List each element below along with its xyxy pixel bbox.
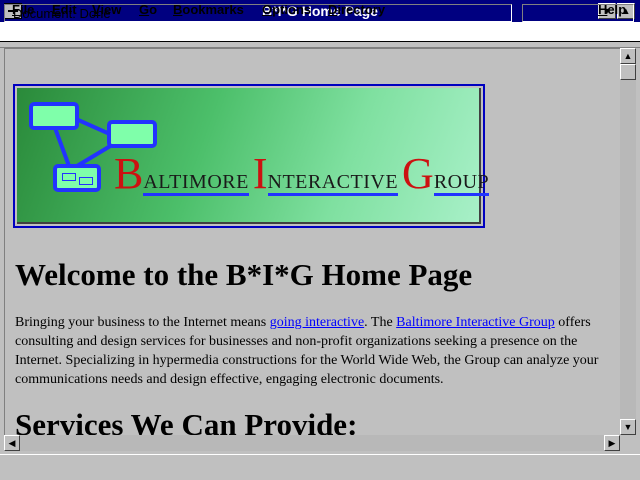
progress-indicator <box>522 4 634 22</box>
banner-image: BALTIMORE INTERACTIVE GROUP <box>17 88 490 224</box>
vertical-scrollbar[interactable]: ▲ ▼ <box>620 48 636 435</box>
diagram-node <box>107 120 157 148</box>
document-view: BALTIMORE INTERACTIVE GROUP Welcome to t… <box>4 48 620 435</box>
big-link[interactable]: Baltimore Interactive Group <box>396 315 555 330</box>
logo-wordmark: BALTIMORE INTERACTIVE GROUP <box>114 149 490 198</box>
menu-bar <box>0 22 640 42</box>
vertical-scroll-thumb[interactable] <box>620 64 636 80</box>
horizontal-scrollbar[interactable]: ◀ ▶ <box>4 435 620 451</box>
page-heading: Welcome to the B*I*G Home Page <box>15 257 473 292</box>
big-logo-banner: BALTIMORE INTERACTIVE GROUP <box>13 84 490 228</box>
diagram-node <box>29 102 79 130</box>
status-text: Document: Done <box>4 4 512 22</box>
scroll-right-icon[interactable]: ▶ <box>604 435 620 451</box>
scroll-left-icon[interactable]: ◀ <box>4 435 20 451</box>
scroll-up-icon[interactable]: ▲ <box>620 48 636 64</box>
status-bar <box>0 454 640 480</box>
scroll-corner <box>620 435 636 451</box>
diagram-node <box>53 164 101 192</box>
going-interactive-link[interactable]: going interactive <box>270 315 364 330</box>
services-heading: Services We Can Provide: <box>15 407 358 435</box>
intro-paragraph: Bringing your business to the Internet m… <box>15 315 599 387</box>
scroll-down-icon[interactable]: ▼ <box>620 419 636 435</box>
